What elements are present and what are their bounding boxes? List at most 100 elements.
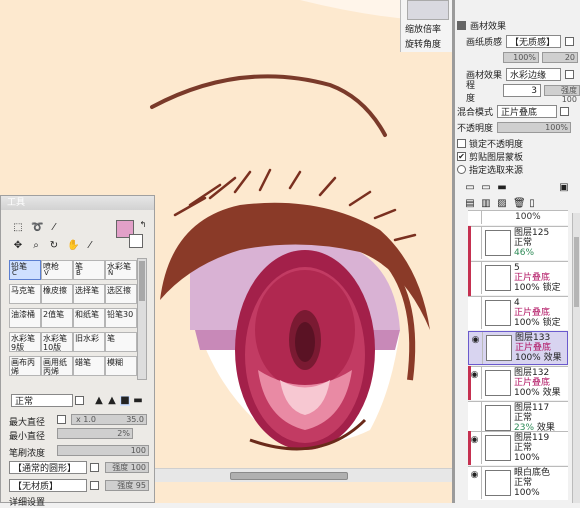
layer-list-scrollbar[interactable] bbox=[572, 213, 580, 503]
layer-thumbnail[interactable] bbox=[485, 435, 511, 461]
tool-button[interactable]: 画布丙烯 bbox=[9, 356, 41, 376]
select-source-label[interactable]: 指定选取来源 bbox=[469, 163, 523, 176]
eyedropper-icon[interactable]: ⁄ bbox=[85, 241, 95, 251]
tool-button[interactable]: 蜡笔 bbox=[73, 356, 105, 376]
zoom-icon[interactable]: ⌕ bbox=[31, 241, 41, 251]
tool-button[interactable]: 笔 bbox=[105, 332, 137, 352]
tool-button[interactable]: 模糊 bbox=[105, 356, 137, 376]
tool-button[interactable]: 铅笔30 bbox=[105, 308, 137, 328]
magic-wand-icon[interactable]: ⁄ bbox=[49, 223, 59, 233]
brush-shape-soft-icon[interactable]: ▲ bbox=[94, 396, 104, 406]
copy-layer-icon[interactable]: ▨ bbox=[497, 198, 507, 209]
lock-layer-icon[interactable]: ▯ bbox=[527, 198, 537, 209]
visibility-toggle[interactable] bbox=[468, 402, 482, 434]
lock-opacity-checkbox[interactable] bbox=[457, 139, 466, 148]
size-preset-icon[interactable] bbox=[57, 415, 66, 424]
rect-select-icon[interactable]: ⬚ bbox=[13, 223, 23, 233]
tool-button[interactable]: 喷枪 V bbox=[41, 260, 73, 280]
effect-select[interactable]: 水彩边缘 bbox=[506, 68, 562, 81]
layer-item[interactable]: ◉ 图层132 正片叠底 100% 效果 bbox=[468, 366, 568, 400]
visibility-toggle[interactable] bbox=[468, 211, 482, 224]
clip-group-checkbox[interactable]: ✔ bbox=[457, 152, 466, 161]
density-slider[interactable]: 100 bbox=[57, 445, 149, 456]
dropdown-icon[interactable] bbox=[75, 396, 84, 405]
tool-button[interactable]: 画用纸丙烯 bbox=[41, 356, 73, 376]
layer-thumbnail[interactable] bbox=[486, 335, 512, 361]
layer-thumbnail[interactable] bbox=[485, 470, 511, 496]
layer-item[interactable]: ◉ 眼白底色 正常 100% bbox=[468, 466, 568, 500]
sub-color-swatch[interactable] bbox=[129, 234, 143, 248]
shape-strength-slider[interactable]: 强度 100 bbox=[105, 462, 149, 473]
tool-button[interactable]: 选择笔 bbox=[73, 284, 105, 304]
tool-grid-scroll-thumb[interactable] bbox=[139, 261, 145, 301]
dropdown-icon[interactable] bbox=[90, 463, 99, 472]
move-icon[interactable]: ✥ bbox=[13, 241, 23, 251]
select-source-radio[interactable] bbox=[457, 165, 466, 174]
clear-layer-icon[interactable]: ▥ bbox=[481, 198, 491, 209]
effect-strength-slider[interactable]: 强度 100 bbox=[544, 85, 580, 104]
dropdown-icon[interactable] bbox=[565, 37, 575, 46]
layer-thumbnail[interactable] bbox=[485, 405, 511, 431]
navigator-thumbnail[interactable] bbox=[407, 0, 449, 20]
eye-icon[interactable]: ◉ bbox=[468, 467, 482, 499]
dropdown-icon[interactable] bbox=[565, 70, 575, 79]
layer-thumbnail[interactable] bbox=[485, 370, 511, 396]
brush-shape-solid-icon[interactable]: ▬ bbox=[133, 396, 143, 406]
zoom-label[interactable]: 缩放倍率 bbox=[405, 22, 441, 35]
blend-select[interactable]: 正常 bbox=[11, 394, 73, 407]
layer-item-selected[interactable]: ◉ 图层133 正片叠底 100% 效果 bbox=[468, 331, 568, 365]
tool-button[interactable]: 水彩笔 N bbox=[105, 260, 137, 280]
detail-settings-label[interactable]: 详细设置 bbox=[9, 495, 45, 508]
min-size-slider[interactable]: 2% bbox=[57, 428, 133, 439]
tool-button[interactable]: 油漆桶 bbox=[9, 308, 41, 328]
tool-button[interactable]: 马克笔 bbox=[9, 284, 41, 304]
opacity-slider[interactable]: 100% bbox=[497, 122, 572, 133]
eye-icon[interactable]: ◉ bbox=[469, 332, 483, 364]
merge-layer-icon[interactable]: ▤ bbox=[465, 198, 475, 209]
dropdown-icon[interactable] bbox=[90, 481, 99, 490]
layer-thumbnail[interactable] bbox=[485, 300, 511, 326]
new-layer-2-icon[interactable]: ▭ bbox=[481, 182, 491, 193]
texture-select[interactable]: 【无材质】 bbox=[9, 479, 87, 492]
panel-collapse-icon[interactable] bbox=[457, 21, 466, 30]
lasso-icon[interactable]: ➰ bbox=[31, 223, 43, 233]
blend-mode-select[interactable]: 正片叠底 bbox=[497, 105, 558, 118]
tool-button[interactable]: 水彩笔9版 bbox=[9, 332, 41, 352]
canvas-horizontal-scrollbar[interactable] bbox=[150, 468, 452, 482]
layer-item[interactable]: 4 正片叠底 100% 锁定 bbox=[468, 296, 568, 330]
paper-strength2-slider[interactable]: 20 bbox=[542, 52, 578, 63]
paper-texture-select[interactable]: 【无质感】 bbox=[506, 35, 562, 48]
rotate-label[interactable]: 旋转角度 bbox=[405, 37, 441, 50]
swap-color-icon[interactable]: ↰ bbox=[138, 220, 148, 230]
tool-button[interactable]: 选区擦 bbox=[105, 284, 137, 304]
brush-shape-select[interactable]: 【通常的圆形】 bbox=[9, 461, 87, 474]
dropdown-icon[interactable] bbox=[560, 107, 570, 116]
new-layer-icon[interactable]: ▭ bbox=[465, 182, 475, 193]
new-folder-icon[interactable]: ▬ bbox=[497, 182, 507, 193]
texture-strength-slider[interactable]: 强度 95 bbox=[105, 480, 149, 491]
rotate-icon[interactable]: ↻ bbox=[49, 241, 59, 251]
max-size-slider[interactable]: x 1.0 35.0 bbox=[71, 414, 147, 425]
layer-item[interactable]: 图层125 正常 46% bbox=[468, 226, 568, 260]
layer-item[interactable]: 100% bbox=[468, 210, 568, 225]
layer-item[interactable]: ◉ 图层119 正常 100% bbox=[468, 431, 568, 465]
brush-shape-hard-icon[interactable]: ■ bbox=[120, 396, 130, 406]
layer-scroll-thumb[interactable] bbox=[574, 237, 579, 307]
hand-icon[interactable]: ✋ bbox=[67, 241, 79, 251]
layer-thumbnail[interactable] bbox=[485, 230, 511, 256]
layer-item[interactable]: 图层117 正常 23% 效果 bbox=[468, 401, 568, 435]
delete-layer-icon[interactable]: 🗑 bbox=[513, 198, 526, 209]
tool-button[interactable]: 水彩笔10版 bbox=[41, 332, 73, 352]
tool-button[interactable]: 旧水彩 bbox=[73, 332, 105, 352]
tool-button[interactable]: 笔B bbox=[73, 260, 105, 280]
tool-button[interactable]: 2值笔 bbox=[41, 308, 73, 328]
layer-item[interactable]: 5 正片叠底 100% 锁定 bbox=[468, 261, 568, 295]
visibility-toggle[interactable] bbox=[468, 297, 482, 329]
panel-menu-icon[interactable]: ▣ bbox=[559, 182, 569, 193]
tool-button[interactable]: 橡皮擦 bbox=[41, 284, 73, 304]
paper-strength-slider[interactable]: 100% bbox=[503, 52, 539, 63]
tool-grid-scrollbar[interactable] bbox=[137, 258, 147, 380]
tool-button[interactable]: 和纸笔 bbox=[73, 308, 105, 328]
layer-thumbnail[interactable] bbox=[485, 265, 511, 291]
effect-degree-value[interactable]: 3 bbox=[502, 84, 542, 97]
